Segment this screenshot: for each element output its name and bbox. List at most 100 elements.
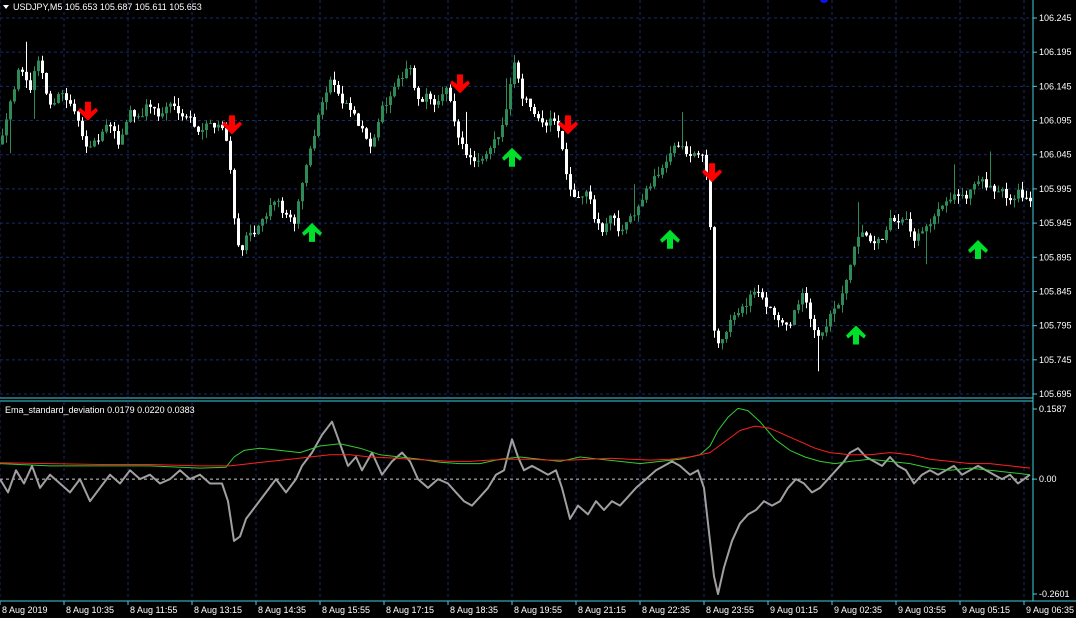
time-tick-label-3: 8 Aug 13:15: [194, 605, 242, 615]
candle-body-78: [313, 135, 316, 149]
candle-body-98: [393, 86, 396, 97]
candle-body-30: [121, 134, 124, 145]
candle-body-237: [949, 199, 952, 202]
time-tick-label-4: 8 Aug 14:35: [258, 605, 306, 615]
candle-body-15: [61, 93, 64, 95]
candle-body-62: [249, 232, 252, 236]
candle-body-118: [473, 157, 476, 162]
candle-body-233: [933, 216, 936, 225]
candle-body-14: [57, 94, 60, 103]
candle-body-187: [749, 294, 752, 306]
candle-body-23: [93, 140, 96, 147]
candle-body-93: [373, 137, 376, 147]
candle-body-210: [841, 293, 844, 306]
candle-body-172: [689, 154, 692, 156]
candle-body-26: [105, 124, 108, 132]
candle-body-250: [1001, 188, 1004, 192]
candle-body-132: [529, 98, 532, 108]
price-tick-label-2: 106.145: [1039, 81, 1072, 91]
candle-body-174: [697, 153, 700, 155]
candle-body-215: [861, 232, 864, 237]
candle-body-122: [489, 148, 492, 154]
time-tick-label-12: 9 Aug 01:15: [770, 605, 818, 615]
candle-body-115: [461, 137, 464, 144]
candle-body-157: [629, 216, 632, 223]
candle-body-46: [185, 116, 188, 118]
candle-body-238: [953, 194, 956, 200]
candle-body-47: [189, 116, 192, 118]
candle-body-100: [401, 78, 404, 80]
candle-body-49: [197, 126, 200, 132]
candle-body-4: [17, 69, 20, 90]
price-tick-label-3: 106.095: [1039, 116, 1072, 126]
candle-body-38: [153, 106, 156, 109]
candle-body-126: [505, 109, 508, 126]
candle-body-10: [41, 60, 44, 74]
candle-body-104: [417, 87, 420, 100]
candle-body-243: [973, 183, 976, 190]
candle-body-183: [733, 315, 736, 320]
candle-body-182: [729, 319, 732, 333]
candle-body-242: [969, 189, 972, 199]
candle-body-219: [877, 238, 880, 244]
candle-body-13: [53, 102, 56, 105]
candle-body-135: [541, 118, 544, 123]
candle-body-165: [661, 167, 664, 175]
candle-body-248: [993, 185, 996, 192]
candle-body-96: [385, 105, 388, 107]
candle-body-169: [677, 145, 680, 147]
candle-body-53: [213, 122, 216, 128]
candle-body-142: [569, 174, 572, 190]
candle-body-143: [573, 189, 576, 197]
candle-body-31: [125, 121, 128, 135]
indicator-tick-label-0: 0.1587: [1039, 404, 1067, 414]
candle-body-1: [5, 119, 8, 136]
candle-body-235: [941, 205, 944, 210]
candle-body-228: [913, 231, 916, 241]
candle-body-116: [465, 143, 468, 156]
candle-body-83: [333, 79, 336, 85]
candle-body-196: [785, 322, 788, 325]
candle-body-33: [133, 110, 136, 117]
time-tick-label-5: 8 Aug 15:55: [322, 605, 370, 615]
candle-body-79: [317, 114, 320, 136]
candle-body-63: [253, 232, 256, 235]
candle-body-88: [353, 109, 356, 114]
candle-body-25: [101, 131, 104, 141]
candle-body-153: [613, 215, 616, 219]
candle-body-213: [853, 246, 856, 265]
candle-body-28: [113, 126, 116, 132]
time-tick-label-8: 8 Aug 19:55: [514, 605, 562, 615]
candle-body-227: [909, 218, 912, 232]
price-tick-label-6: 105.945: [1039, 218, 1072, 228]
candle-body-181: [725, 332, 728, 340]
candle-body-2: [9, 101, 12, 120]
candle-body-29: [117, 131, 120, 145]
candle-body-225: [901, 219, 904, 223]
candle-body-150: [601, 223, 604, 233]
candle-body-106: [425, 93, 428, 102]
candle-body-64: [257, 225, 260, 235]
candle-body-39: [157, 108, 160, 117]
candle-body-240: [961, 194, 964, 196]
candle-body-73: [293, 217, 296, 224]
candle-body-167: [669, 153, 672, 162]
candle-body-125: [501, 125, 504, 138]
indicator-info-label: Ema_standard_deviation 0.0179 0.0220 0.0…: [5, 405, 195, 415]
candle-body-59: [237, 218, 240, 246]
time-tick-label-16: 9 Aug 06:35: [1026, 605, 1074, 615]
candle-body-192: [769, 306, 772, 308]
candle-body-91: [365, 128, 368, 139]
candle-body-190: [761, 292, 764, 298]
candle-body-239: [957, 194, 960, 196]
candle-body-175: [701, 154, 704, 156]
candle-body-89: [357, 113, 360, 126]
candle-body-37: [149, 104, 152, 107]
candle-body-152: [609, 215, 612, 224]
candle-body-69: [277, 200, 280, 202]
candle-body-218: [873, 241, 876, 244]
price-tick-label-5: 105.995: [1039, 184, 1072, 194]
candle-body-34: [137, 116, 140, 118]
candle-body-51: [205, 123, 208, 131]
candle-body-112: [449, 87, 452, 102]
